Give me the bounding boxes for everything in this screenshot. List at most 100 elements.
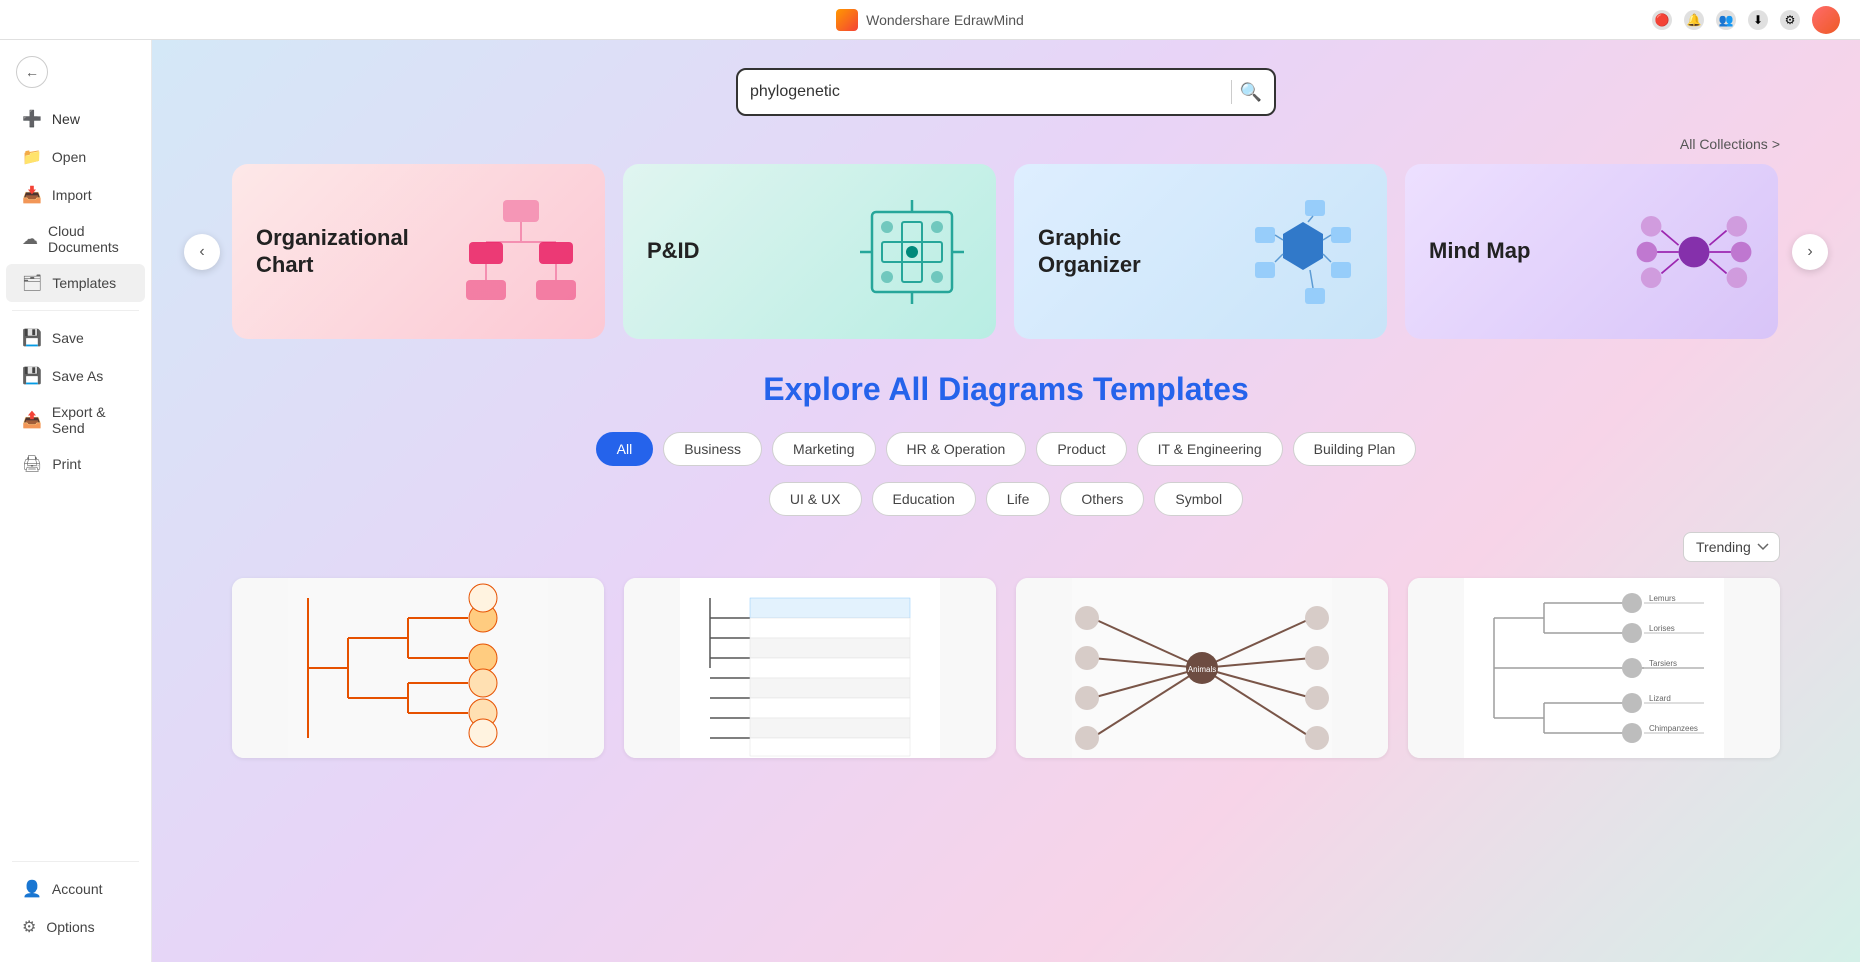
filter-others[interactable]: Others bbox=[1060, 482, 1144, 516]
carousel-card-org-chart[interactable]: Organizational Chart bbox=[232, 164, 605, 339]
template-thumb-2 bbox=[624, 578, 996, 758]
sidebar-label-import: Import bbox=[52, 187, 92, 203]
filter-business[interactable]: Business bbox=[663, 432, 762, 466]
all-collections-link[interactable]: All Collections > bbox=[1680, 136, 1780, 152]
sidebar-label-options: Options bbox=[46, 919, 94, 935]
sidebar-item-print[interactable]: 🖨 Print bbox=[6, 445, 145, 483]
template-thumb-3: Animals bbox=[1016, 578, 1388, 758]
card-title-graphic-organizer: Graphic Organizer bbox=[1038, 225, 1198, 278]
search-input[interactable] bbox=[750, 83, 1223, 101]
sidebar-label-print: Print bbox=[52, 456, 81, 472]
sidebar-item-import[interactable]: 📥 Import bbox=[6, 176, 145, 214]
collections-header: All Collections > bbox=[152, 136, 1860, 164]
svg-text:Animals: Animals bbox=[1188, 665, 1216, 674]
sort-row: Trending Newest Popular bbox=[232, 532, 1780, 562]
sort-select[interactable]: Trending Newest Popular bbox=[1683, 532, 1780, 562]
template-thumb-4: Lemurs Lorises Tarsiers Lizard Chimpanze… bbox=[1408, 578, 1780, 758]
sidebar-label-account: Account bbox=[52, 881, 103, 897]
sidebar-divider bbox=[12, 310, 139, 311]
sidebar-item-account[interactable]: 👤 Account bbox=[6, 870, 145, 908]
template-card-3[interactable]: Animals bbox=[1016, 578, 1388, 758]
team-icon[interactable]: 👥 bbox=[1716, 10, 1736, 30]
sidebar: ← ➕ New 📁 Open 📥 Import ☁ Cloud Document… bbox=[0, 40, 152, 962]
cloud-icon: ☁ bbox=[22, 229, 38, 249]
alert-icon[interactable]: 🔴 bbox=[1652, 10, 1672, 30]
open-icon: 📁 bbox=[22, 147, 42, 167]
card-title-mind-map: Mind Map bbox=[1429, 238, 1530, 264]
carousel-card-graphic-organizer[interactable]: Graphic Organizer bbox=[1014, 164, 1387, 339]
carousel-card-mind-map[interactable]: Mind Map bbox=[1405, 164, 1778, 339]
sidebar-label-save: Save bbox=[52, 330, 84, 346]
top-bar: Wondershare EdrawMind 🔴 🔔 👥 ⬇ ⚙ bbox=[0, 0, 1860, 40]
filter-education[interactable]: Education bbox=[872, 482, 976, 516]
new-icon: ➕ bbox=[22, 109, 42, 129]
sidebar-item-save[interactable]: 💾 Save bbox=[6, 319, 145, 357]
explore-title-highlight: All Diagrams Templates bbox=[888, 371, 1248, 407]
sidebar-item-export[interactable]: 📤 Export & Send bbox=[6, 395, 145, 445]
app-title-area: Wondershare EdrawMind bbox=[836, 9, 1024, 31]
sidebar-item-options[interactable]: ⚙ Options bbox=[6, 908, 145, 946]
carousel-container: ‹ Organizational Chart bbox=[152, 164, 1860, 339]
svg-text:Lorises: Lorises bbox=[1649, 624, 1675, 633]
card-title-pid: P&ID bbox=[647, 238, 700, 264]
filter-product[interactable]: Product bbox=[1036, 432, 1126, 466]
template-card-4[interactable]: Lemurs Lorises Tarsiers Lizard Chimpanze… bbox=[1408, 578, 1780, 758]
template-thumb-1: Millions of years ago bbox=[232, 578, 604, 758]
template-card-1[interactable]: Millions of years ago bbox=[232, 578, 604, 758]
sidebar-item-new[interactable]: ➕ New bbox=[6, 100, 145, 138]
filter-hr[interactable]: HR & Operation bbox=[886, 432, 1027, 466]
back-circle-icon: ← bbox=[16, 56, 48, 88]
settings-icon[interactable]: ⚙ bbox=[1780, 10, 1800, 30]
collections-arrow-icon: > bbox=[1772, 136, 1780, 152]
search-container: 🔍 bbox=[152, 40, 1860, 136]
filter-building[interactable]: Building Plan bbox=[1293, 432, 1417, 466]
svg-text:Chimpanzees: Chimpanzees bbox=[1649, 724, 1698, 733]
search-button[interactable]: 🔍 bbox=[1240, 82, 1262, 103]
explore-title-plain: Explore bbox=[763, 371, 880, 407]
app-logo bbox=[836, 9, 858, 31]
carousel-prev-button[interactable]: ‹ bbox=[184, 234, 220, 270]
sidebar-item-templates[interactable]: 🗂 Templates bbox=[6, 264, 145, 302]
filter-it[interactable]: IT & Engineering bbox=[1137, 432, 1283, 466]
filter-all[interactable]: All bbox=[596, 432, 654, 466]
card-title-org-chart: Organizational Chart bbox=[256, 225, 416, 278]
save-as-icon: 💾 bbox=[22, 366, 42, 386]
export-icon: 📤 bbox=[22, 410, 42, 430]
sidebar-label-cloud: Cloud Documents bbox=[48, 223, 129, 255]
top-bar-actions: 🔴 🔔 👥 ⬇ ⚙ bbox=[1652, 6, 1840, 34]
svg-text:Lemurs: Lemurs bbox=[1649, 594, 1676, 603]
card-illustration-pid bbox=[852, 187, 972, 317]
sidebar-item-cloud[interactable]: ☁ Cloud Documents bbox=[6, 214, 145, 264]
carousel-card-pid[interactable]: P&ID bbox=[623, 164, 996, 339]
template-grid: Millions of years ago bbox=[232, 578, 1780, 798]
search-divider bbox=[1231, 80, 1232, 104]
print-icon: 🖨 bbox=[22, 454, 42, 474]
template-card-2[interactable] bbox=[624, 578, 996, 758]
sidebar-label-templates: Templates bbox=[52, 275, 116, 291]
options-icon: ⚙ bbox=[22, 917, 36, 937]
back-button[interactable]: ← bbox=[0, 48, 151, 96]
import-icon: 📥 bbox=[22, 185, 42, 205]
svg-text:Tarsiers: Tarsiers bbox=[1649, 659, 1677, 668]
filter-life[interactable]: Life bbox=[986, 482, 1051, 516]
filter-marketing[interactable]: Marketing bbox=[772, 432, 875, 466]
avatar[interactable] bbox=[1812, 6, 1840, 34]
sidebar-item-save-as[interactable]: 💾 Save As bbox=[6, 357, 145, 395]
explore-title: Explore All Diagrams Templates bbox=[232, 371, 1780, 408]
sidebar-label-open: Open bbox=[52, 149, 86, 165]
filter-tags: All Business Marketing HR & Operation Pr… bbox=[232, 432, 1780, 466]
svg-text:Lizard: Lizard bbox=[1649, 694, 1671, 703]
download-icon[interactable]: ⬇ bbox=[1748, 10, 1768, 30]
search-box: 🔍 bbox=[736, 68, 1276, 116]
notification-icon[interactable]: 🔔 bbox=[1684, 10, 1704, 30]
carousel-track: Organizational Chart bbox=[232, 164, 1780, 339]
sidebar-label-save-as: Save As bbox=[52, 368, 103, 384]
main-layout: ← ➕ New 📁 Open 📥 Import ☁ Cloud Document… bbox=[0, 40, 1860, 962]
filter-ui[interactable]: UI & UX bbox=[769, 482, 862, 516]
app-title: Wondershare EdrawMind bbox=[866, 12, 1024, 28]
carousel-next-button[interactable]: › bbox=[1792, 234, 1828, 270]
filter-symbol[interactable]: Symbol bbox=[1154, 482, 1243, 516]
card-illustration-graphic-organizer bbox=[1243, 187, 1363, 317]
explore-section: Explore All Diagrams Templates All Busin… bbox=[152, 371, 1860, 798]
sidebar-item-open[interactable]: 📁 Open bbox=[6, 138, 145, 176]
